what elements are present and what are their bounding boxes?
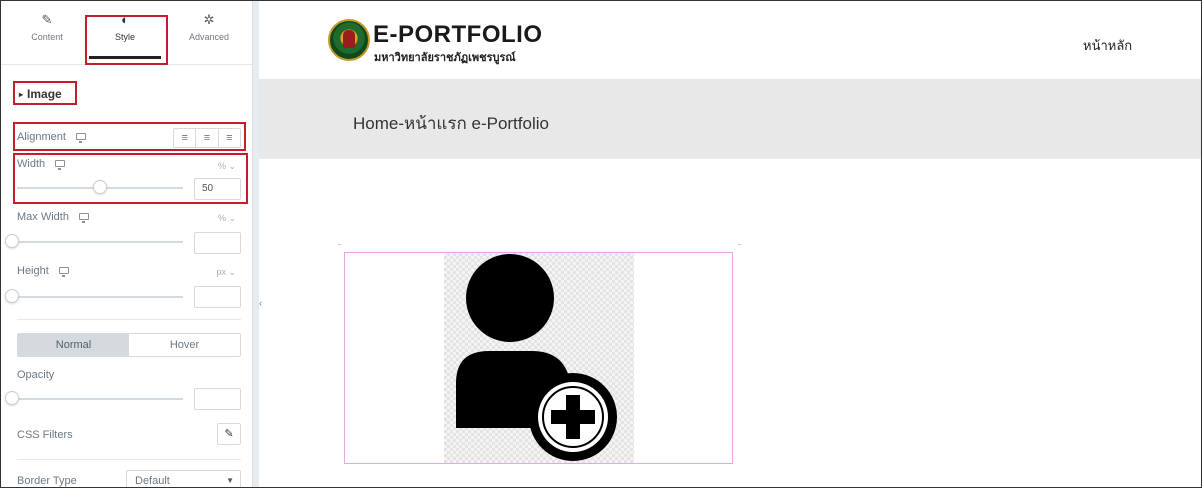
pencil-icon: ✎ — [41, 12, 53, 27]
image-preview — [444, 253, 634, 463]
height-slider[interactable] — [17, 296, 183, 298]
gear-icon: ✲ — [203, 12, 215, 27]
image-widget[interactable] — [344, 252, 733, 464]
opacity-slider[interactable] — [17, 398, 183, 400]
site-subtitle: มหาวิทยาลัยราชภัฏเพชรบูรณ์ — [374, 52, 516, 64]
opacity-slider-handle[interactable] — [5, 391, 19, 405]
chevron-down-icon: ▼ — [226, 476, 234, 485]
tab-hover[interactable]: Hover — [129, 334, 240, 356]
university-logo[interactable] — [328, 19, 370, 61]
collapse-panel-icon[interactable]: ‹ — [259, 298, 262, 308]
border-type-select[interactable]: Default ▼ — [126, 470, 241, 487]
highlight-alignment — [13, 122, 246, 151]
max-width-input[interactable] — [194, 232, 241, 254]
highlight-image-section — [13, 81, 77, 105]
css-filters-label: CSS Filters — [17, 429, 73, 441]
widget-handle — [338, 244, 341, 245]
editor-panel: ✎ Content ◐ Style ✲ Advanced ▸ Image Alig… — [1, 1, 253, 487]
page-title: Home-หน้าแรก e-Portfolio — [353, 114, 549, 133]
height-unit-select[interactable]: px ⌄ — [216, 267, 236, 278]
highlight-width — [13, 153, 248, 204]
opacity-label: Opacity — [17, 369, 55, 381]
nav-home-link[interactable]: หน้าหลัก — [1083, 35, 1132, 56]
max-width-unit-select[interactable]: % ⌄ — [218, 213, 236, 224]
max-width-label: Max Width — [17, 211, 89, 223]
divider — [17, 459, 241, 460]
tab-normal[interactable]: Normal — [18, 334, 129, 356]
max-width-slider-handle[interactable] — [5, 234, 19, 248]
max-width-slider[interactable] — [17, 241, 183, 243]
height-label: Height — [17, 265, 69, 277]
state-tabs: Normal Hover — [17, 333, 241, 357]
editor-screen: ✎ Content ◐ Style ✲ Advanced ▸ Image Alig… — [0, 0, 1202, 488]
edit-pencil-icon: ✎ — [224, 428, 234, 440]
css-filters-edit-button[interactable]: ✎ — [217, 423, 241, 445]
height-slider-handle[interactable] — [5, 289, 19, 303]
border-type-label: Border Type — [17, 475, 77, 487]
tab-advanced[interactable]: ✲ Advanced — [169, 1, 249, 65]
desktop-icon[interactable] — [78, 213, 89, 223]
opacity-input[interactable] — [194, 388, 241, 410]
height-input[interactable] — [194, 286, 241, 308]
tab-content[interactable]: ✎ Content — [7, 1, 87, 65]
site-title[interactable]: E-PORTFOLIO — [373, 23, 543, 47]
add-user-icon — [456, 254, 617, 461]
desktop-icon[interactable] — [58, 267, 69, 277]
highlight-style-tab — [85, 15, 168, 65]
divider — [17, 319, 241, 320]
widget-handle — [738, 244, 741, 245]
